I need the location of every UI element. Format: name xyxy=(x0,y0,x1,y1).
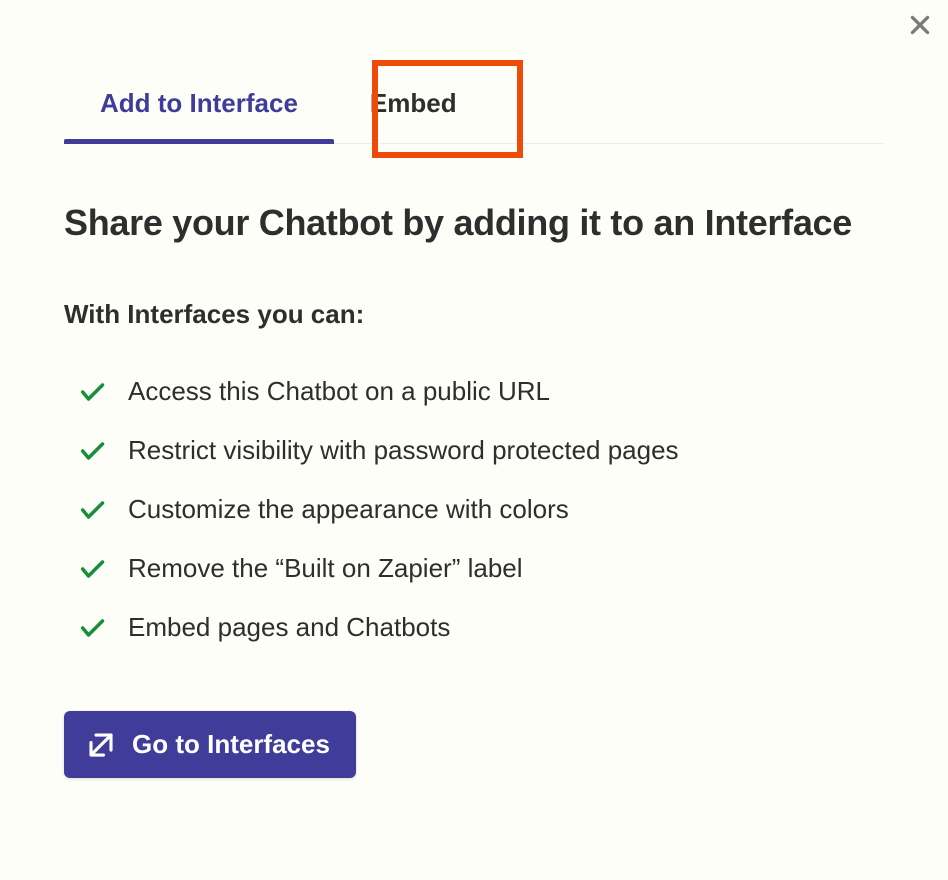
check-icon xyxy=(78,437,106,465)
check-icon xyxy=(78,378,106,406)
feature-text: Remove the “Built on Zapier” label xyxy=(128,553,523,584)
list-item: Customize the appearance with colors xyxy=(64,480,884,539)
list-item: Embed pages and Chatbots xyxy=(64,598,884,657)
feature-list: Access this Chatbot on a public URL Rest… xyxy=(64,362,884,657)
tab-embed[interactable]: Embed xyxy=(334,60,493,143)
feature-text: Customize the appearance with colors xyxy=(128,494,569,525)
tab-content: Share your Chatbot by adding it to an In… xyxy=(64,144,884,778)
cta-label: Go to Interfaces xyxy=(132,729,330,760)
list-item: Access this Chatbot on a public URL xyxy=(64,362,884,421)
feature-text: Restrict visibility with password protec… xyxy=(128,435,679,466)
feature-text: Access this Chatbot on a public URL xyxy=(128,376,550,407)
close-button[interactable] xyxy=(904,10,936,42)
close-icon xyxy=(907,12,933,41)
feature-text: Embed pages and Chatbots xyxy=(128,612,450,643)
check-icon xyxy=(78,496,106,524)
list-item: Restrict visibility with password protec… xyxy=(64,421,884,480)
external-link-icon xyxy=(86,730,116,760)
check-icon xyxy=(78,555,106,583)
tab-label: Embed xyxy=(370,88,457,118)
modal-container: Add to Interface Embed Share your Chatbo… xyxy=(0,0,948,818)
tabs: Add to Interface Embed xyxy=(64,60,884,144)
tab-label: Add to Interface xyxy=(100,88,298,118)
go-to-interfaces-button[interactable]: Go to Interfaces xyxy=(64,711,356,778)
list-item: Remove the “Built on Zapier” label xyxy=(64,539,884,598)
page-subheading: With Interfaces you can: xyxy=(64,299,884,330)
tab-add-to-interface[interactable]: Add to Interface xyxy=(64,60,334,143)
check-icon xyxy=(78,614,106,642)
page-heading: Share your Chatbot by adding it to an In… xyxy=(64,200,884,245)
